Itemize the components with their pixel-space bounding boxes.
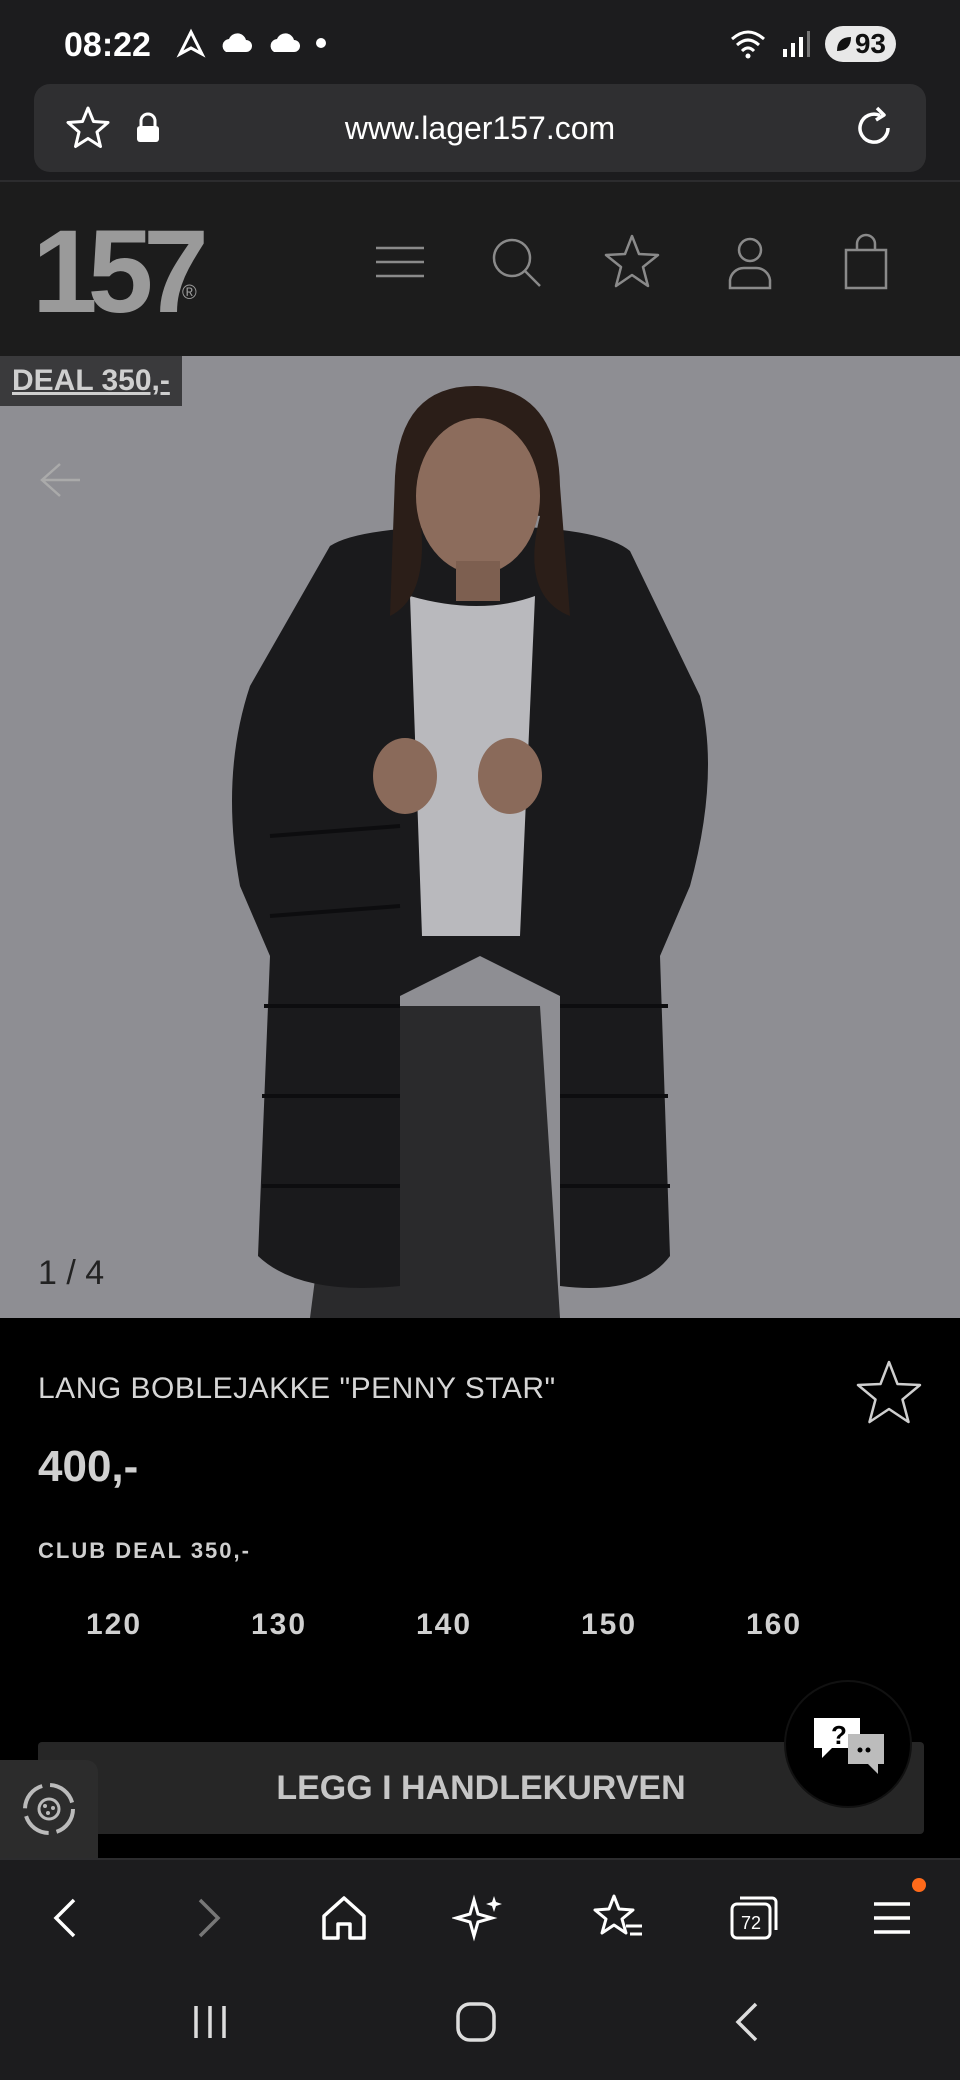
wifi-icon bbox=[730, 30, 765, 59]
svg-text:?: ? bbox=[831, 1720, 847, 1750]
notification-dot bbox=[912, 1878, 926, 1892]
home-icon[interactable] bbox=[316, 1890, 372, 1946]
size-option[interactable]: 140 bbox=[374, 1608, 514, 1642]
menu-icon[interactable] bbox=[370, 232, 430, 292]
product-image-carousel[interactable]: DEAL 350,- 1 / 4 bbox=[0, 356, 960, 1318]
browser-menu-icon[interactable] bbox=[864, 1890, 920, 1946]
product-photo bbox=[0, 356, 960, 1318]
home-button-icon[interactable] bbox=[452, 1998, 500, 2046]
user-account-icon[interactable] bbox=[720, 232, 780, 292]
battery-level: 93 bbox=[854, 28, 886, 59]
status-system-icons: 93 bbox=[729, 26, 896, 62]
tabs-icon[interactable]: 72 bbox=[726, 1890, 782, 1946]
chat-help-icon: ? bbox=[814, 1718, 884, 1774]
product-price: 400,- bbox=[38, 1442, 139, 1491]
navigation-app-icon bbox=[176, 28, 206, 58]
recycle-icon bbox=[23, 1783, 75, 1835]
system-back-icon[interactable] bbox=[724, 1998, 772, 2046]
logo-registered-mark: ® bbox=[182, 282, 197, 304]
wishlist-star-icon[interactable] bbox=[602, 232, 662, 292]
club-deal-price: CLUB DEAL 350,- bbox=[38, 1538, 251, 1563]
tab-count: 72 bbox=[741, 1913, 761, 1933]
browser-address-area: www.lager157.com bbox=[0, 84, 960, 182]
arrow-left-icon[interactable] bbox=[36, 456, 84, 504]
size-option[interactable]: 120 bbox=[44, 1608, 184, 1642]
address-bar[interactable]: www.lager157.com bbox=[34, 84, 926, 172]
search-icon[interactable] bbox=[486, 232, 546, 292]
size-selector: 120 130 140 150 160 bbox=[44, 1608, 844, 1642]
browser-toolbar: 72 bbox=[0, 1858, 960, 1968]
product-title: LANG BOBLEJAKKE "PENNY STAR" bbox=[38, 1372, 556, 1405]
site-logo[interactable]: 157 bbox=[32, 204, 209, 340]
reload-icon[interactable] bbox=[850, 104, 898, 152]
url-text[interactable]: www.lager157.com bbox=[34, 110, 926, 147]
leaf-icon bbox=[836, 37, 851, 51]
bookmarks-icon[interactable] bbox=[590, 1890, 646, 1946]
size-option[interactable]: 150 bbox=[539, 1608, 679, 1642]
image-counter: 1 / 4 bbox=[38, 1254, 105, 1292]
dot-icon bbox=[316, 38, 326, 48]
size-option[interactable]: 160 bbox=[704, 1608, 844, 1642]
forward-icon[interactable] bbox=[178, 1890, 234, 1946]
shopping-bag-icon[interactable] bbox=[836, 232, 896, 292]
cloud-icon bbox=[270, 33, 300, 52]
android-nav-bar bbox=[0, 1968, 960, 2080]
status-notification-icons bbox=[176, 28, 328, 58]
ai-sparkle-icon[interactable] bbox=[452, 1890, 508, 1946]
deal-badge: DEAL 350,- bbox=[0, 356, 182, 406]
size-option[interactable]: 130 bbox=[209, 1608, 349, 1642]
site-header: 157 ® bbox=[0, 182, 960, 356]
battery-indicator: 93 bbox=[824, 26, 896, 62]
favorite-star-icon[interactable] bbox=[854, 1358, 924, 1428]
signal-icon bbox=[782, 31, 810, 57]
status-bar: 08:22 93 bbox=[0, 0, 960, 84]
recent-apps-icon[interactable] bbox=[186, 1998, 234, 2046]
cloud-icon bbox=[222, 33, 252, 52]
status-time: 08:22 bbox=[64, 26, 151, 64]
help-chat-button[interactable]: ? bbox=[784, 1680, 912, 1808]
back-icon[interactable] bbox=[40, 1890, 96, 1946]
deal-badge-text: DEAL 350,- bbox=[12, 364, 170, 397]
recycle-button[interactable] bbox=[0, 1760, 98, 1858]
